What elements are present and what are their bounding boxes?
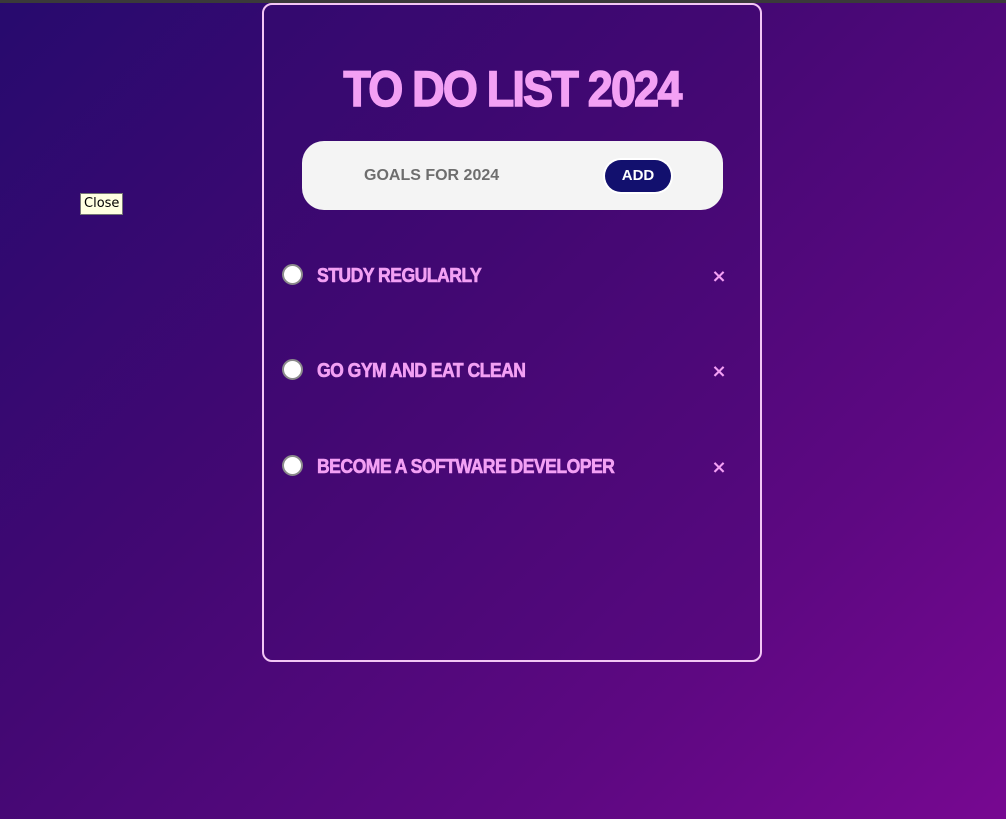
- task-label: GO GYM AND EAT CLEAN: [317, 360, 527, 383]
- goal-input-row: ADD: [302, 141, 723, 210]
- task-item[interactable]: BECOME A SOFTWARE DEVELOPER ×: [282, 453, 742, 483]
- close-icon[interactable]: ×: [710, 457, 728, 479]
- app-title: TO DO LIST 2024: [343, 60, 683, 118]
- close-icon[interactable]: ×: [710, 266, 728, 288]
- todo-card: TO DO LIST 2024 ADD STUDY REGULARLY × GO…: [262, 3, 762, 662]
- task-label: STUDY REGULARLY: [317, 265, 482, 288]
- task-checkbox[interactable]: [282, 264, 303, 285]
- task-checkbox[interactable]: [282, 359, 303, 380]
- task-item[interactable]: GO GYM AND EAT CLEAN ×: [282, 357, 742, 387]
- task-checkbox[interactable]: [282, 455, 303, 476]
- task-item[interactable]: STUDY REGULARLY ×: [282, 262, 742, 292]
- task-label: BECOME A SOFTWARE DEVELOPER: [317, 456, 615, 479]
- add-button[interactable]: ADD: [605, 160, 671, 192]
- goal-input[interactable]: [364, 165, 584, 187]
- close-icon[interactable]: ×: [710, 361, 728, 383]
- close-tooltip: Close: [80, 193, 124, 215]
